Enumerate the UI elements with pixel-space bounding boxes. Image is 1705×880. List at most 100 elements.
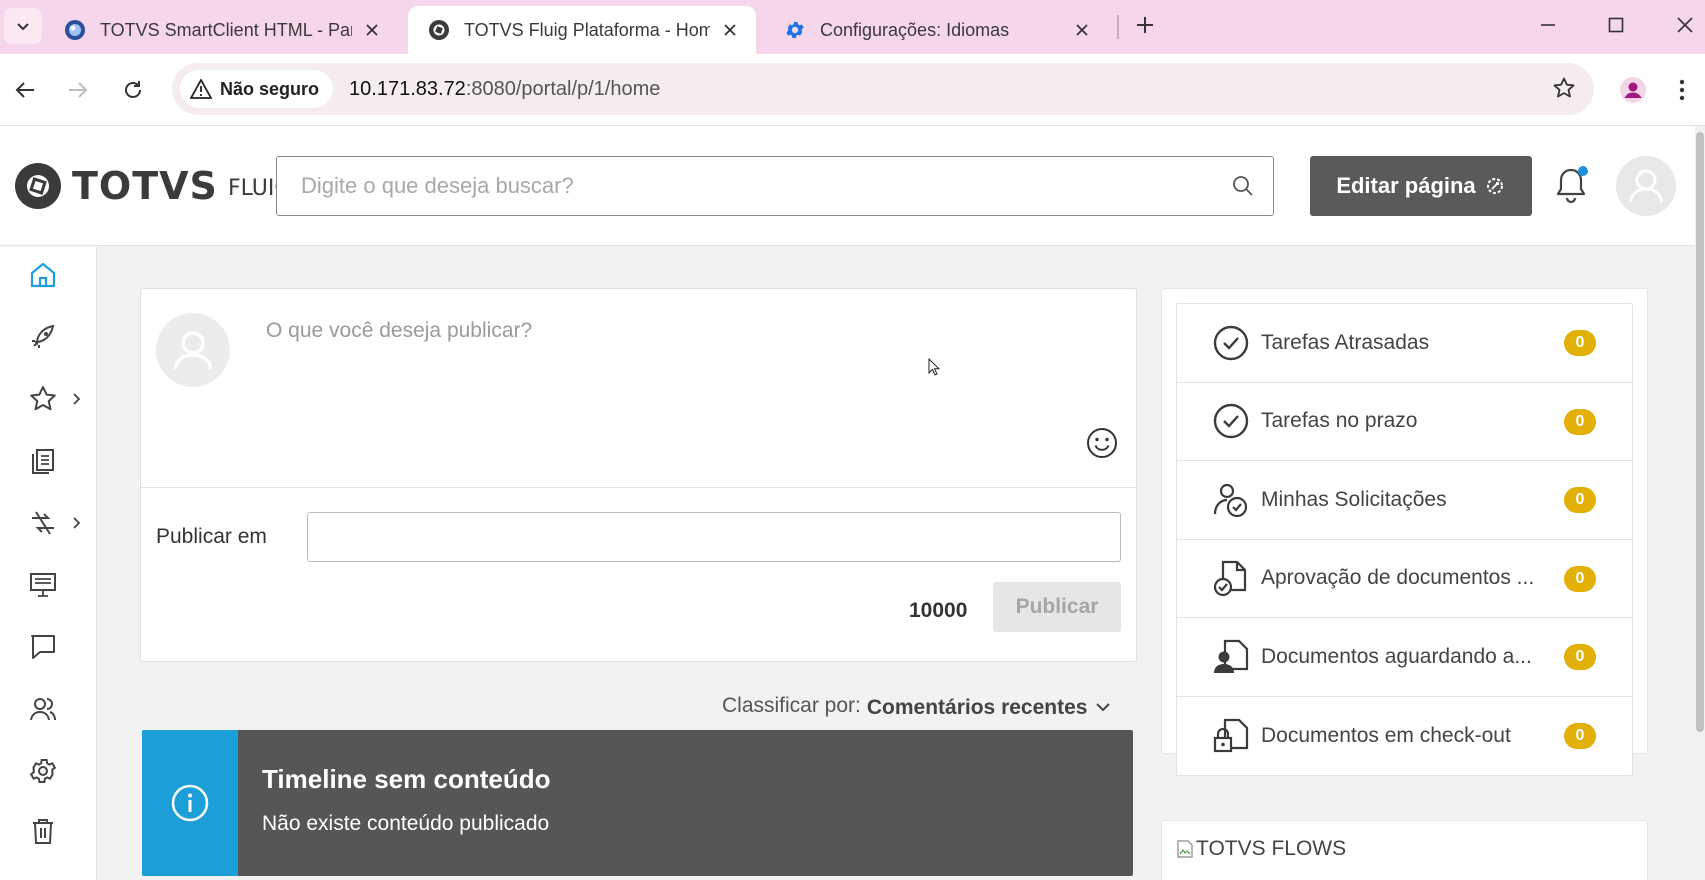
sort-control[interactable]: Classificar por: Comentários recentes: [722, 692, 1111, 720]
publish-button[interactable]: Publicar: [993, 582, 1121, 632]
forward-button[interactable]: [62, 74, 94, 106]
fluig-header: TOTVS FLUIG Editar página: [0, 126, 1695, 246]
close-tab-icon[interactable]: [720, 20, 740, 40]
star-icon: [30, 386, 56, 411]
edit-page-label: Editar página: [1336, 173, 1476, 198]
close-window-button[interactable]: [1670, 10, 1700, 40]
task-label: Minhas Solicitações: [1261, 487, 1447, 511]
totvs-flows-image: TOTVS FLOWS: [1176, 837, 1346, 861]
sidebar-item-rocket[interactable]: [28, 319, 88, 355]
task-item-tarefas-atrasadas[interactable]: Tarefas Atrasadas 0: [1177, 304, 1632, 383]
publish-textarea[interactable]: O que você deseja publicar?: [266, 319, 532, 343]
profile-icon: [1620, 77, 1646, 103]
task-item-documentos-check-out[interactable]: Documentos em check-out 0: [1177, 697, 1632, 776]
sidebar-item-documents[interactable]: [28, 443, 88, 479]
security-chip[interactable]: Não seguro: [180, 70, 334, 108]
task-item-tarefas-no-prazo[interactable]: Tarefas no prazo 0: [1177, 383, 1632, 461]
maximize-icon: [1608, 17, 1624, 33]
task-item-aprovacao-documentos[interactable]: Aprovação de documentos ... 0: [1177, 540, 1632, 618]
chevron-right-icon: [73, 517, 81, 529]
maximize-button[interactable]: [1601, 10, 1631, 40]
image-alt-text: TOTVS FLOWS: [1196, 837, 1347, 860]
browser-tab-config-idiomas[interactable]: Configurações: Idiomas: [764, 6, 1108, 54]
fluig-icon: [429, 20, 449, 40]
notifications-button[interactable]: [1554, 166, 1590, 206]
bookmark-star-button[interactable]: [1552, 76, 1576, 105]
gear-icon: [786, 21, 804, 39]
task-label: Tarefas no prazo: [1261, 409, 1418, 433]
sidebar-item-people[interactable]: [28, 691, 88, 727]
tasks-widget: Tarefas Atrasadas 0 Tarefas no prazo 0 M…: [1161, 288, 1648, 776]
tab-title: Configurações: Idiomas: [820, 19, 1010, 40]
sort-label: Classificar por:: [722, 694, 861, 717]
arrow-right-icon: [69, 82, 88, 98]
sidebar-item-favorites[interactable]: [28, 381, 88, 417]
url-path: :8080/portal/p/1/home: [465, 77, 661, 100]
sidebar-item-settings[interactable]: [28, 753, 88, 789]
browser-tab-fluig-home[interactable]: TOTVS Fluig Plataforma - Home: [408, 6, 756, 54]
edit-page-button[interactable]: Editar página: [1310, 156, 1532, 216]
close-tab-icon[interactable]: [1072, 20, 1092, 40]
user-avatar-icon: [173, 331, 213, 370]
home-icon: [30, 262, 56, 288]
browser-tab-smartclient[interactable]: TOTVS SmartClient HTML - Parâ: [44, 6, 398, 54]
task-count-badge: 0: [1564, 722, 1596, 749]
browser-menu-button[interactable]: [1670, 74, 1694, 106]
task-label: Documentos aguardando a...: [1261, 644, 1532, 668]
profile-button[interactable]: [1617, 74, 1649, 106]
char-counter: 10000: [909, 599, 968, 622]
publish-in-label: Publicar em: [156, 525, 267, 548]
clock-check-icon: [1213, 325, 1249, 360]
totvs-fluig-logo[interactable]: TOTVS FLUIG: [14, 162, 291, 210]
publisher-avatar: [156, 313, 230, 387]
trash-icon: [33, 819, 53, 844]
task-item-minhas-solicitacoes[interactable]: Minhas Solicitações 0: [1177, 461, 1632, 540]
sidebar-item-chat[interactable]: [28, 629, 88, 665]
close-icon: [1677, 17, 1693, 33]
minimize-icon: [1541, 24, 1555, 26]
warning-icon: [190, 79, 212, 99]
minimize-button[interactable]: [1533, 10, 1563, 40]
timeline-message: Não existe conteúdo publicado: [262, 812, 550, 835]
reload-button[interactable]: [117, 74, 149, 106]
presentation-icon: [30, 573, 56, 597]
tasks-list: Tarefas Atrasadas 0 Tarefas no prazo 0 M…: [1176, 303, 1633, 776]
search-input[interactable]: [277, 157, 1213, 215]
smartclient-icon: [65, 20, 85, 40]
reload-icon: [125, 81, 141, 98]
browser-tabstrip: TOTVS SmartClient HTML - Parâ TOTVS Flui…: [0, 0, 1705, 54]
sidebar-item-presentation[interactable]: [28, 567, 88, 603]
publish-card: O que você deseja publicar? Publicar em …: [140, 288, 1137, 662]
fluig-sidebar: [0, 247, 97, 880]
notification-dot: [1578, 166, 1588, 176]
sidebar-item-home[interactable]: [28, 257, 88, 293]
url-text[interactable]: 10.171.83.72:8080/portal/p/1/home: [349, 78, 660, 101]
smiley-icon[interactable]: [1085, 426, 1119, 460]
totvs-flows-widget: TOTVS FLOWS: [1161, 820, 1648, 880]
new-tab-button[interactable]: [1130, 10, 1160, 40]
kebab-menu-icon: [1679, 79, 1685, 101]
close-tab-icon[interactable]: [362, 20, 382, 40]
browser-toolbar: Não seguro 10.171.83.72:8080/portal/p/1/…: [0, 54, 1705, 126]
totvs-logo-icon: [15, 163, 61, 209]
documents-icon: [32, 449, 54, 474]
sidebar-item-trash[interactable]: [28, 813, 88, 849]
global-search: [276, 156, 1274, 216]
back-button[interactable]: [9, 74, 41, 106]
page-scrollbar[interactable]: [1695, 126, 1705, 880]
chevron-down-icon: [1096, 703, 1111, 712]
doc-lock-icon: [1213, 718, 1249, 752]
tab-search-button[interactable]: [4, 8, 42, 44]
sort-value: Comentários recentes: [866, 696, 1088, 719]
task-count-badge: 0: [1564, 487, 1596, 513]
user-avatar[interactable]: [1616, 156, 1676, 216]
url-host: 10.171.83.72: [349, 77, 466, 100]
sidebar-item-processes[interactable]: [28, 505, 88, 541]
edit-settings-icon: [1486, 178, 1503, 194]
plus-icon: [1137, 17, 1153, 33]
scrollbar-thumb[interactable]: [1696, 132, 1704, 732]
address-bar[interactable]: Não seguro 10.171.83.72:8080/portal/p/1/…: [172, 63, 1594, 115]
task-item-documentos-aguardando[interactable]: Documentos aguardando a... 0: [1177, 618, 1632, 697]
search-icon[interactable]: [1213, 175, 1273, 197]
publish-in-input[interactable]: [307, 512, 1121, 562]
